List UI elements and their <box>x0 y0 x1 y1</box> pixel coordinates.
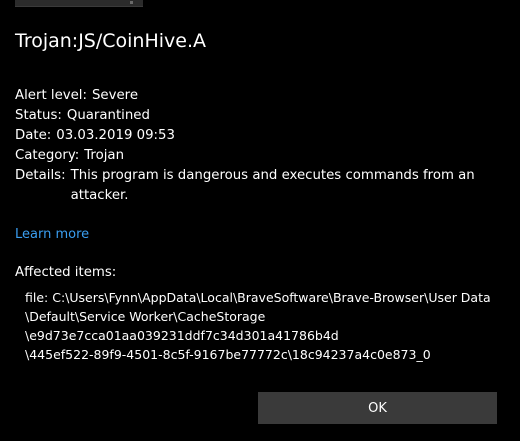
affected-item-line: \e9d73e7cca01aa039231ddf7c34d301a41786b4… <box>25 328 339 343</box>
date-label: Date: <box>15 128 52 143</box>
date-value: 03.03.2019 09:53 <box>56 128 175 143</box>
date-row: Date: 03.03.2019 09:53 <box>15 126 505 146</box>
learn-more-link[interactable]: Learn more <box>15 225 89 245</box>
alert-level-row: Alert level: Severe <box>15 86 505 106</box>
details-value: This program is dangerous and executes c… <box>70 168 475 203</box>
affected-item-line: file: C:\Users\Fynn\AppData\Local\BraveS… <box>25 290 491 305</box>
status-row: Status: Quarantined <box>15 106 505 126</box>
alert-level-label: Alert level: <box>15 88 87 103</box>
details-label: Details: <box>15 168 66 183</box>
status-label: Status: <box>15 108 62 123</box>
affected-items-list: file: C:\Users\Fynn\AppData\Local\BraveS… <box>25 288 491 364</box>
affected-item-line: \Default\Service Worker\CacheStorage <box>25 309 266 324</box>
details-row: Details: This program is dangerous and e… <box>15 166 505 206</box>
top-tab <box>15 0 143 7</box>
status-value: Quarantined <box>66 108 150 123</box>
affected-item-line: \445ef522-89f9-4501-8c5f-9167be77772c\18… <box>25 347 431 362</box>
alert-level-value: Severe <box>91 88 139 103</box>
threat-details: Alert level: Severe Status: Quarantined … <box>15 86 505 206</box>
category-label: Category: <box>15 148 80 163</box>
category-row: Category: Trojan <box>15 146 505 166</box>
ok-button[interactable]: OK <box>258 392 497 424</box>
affected-items-heading: Affected items: <box>15 265 117 280</box>
category-value: Trojan <box>84 148 125 163</box>
threat-title: Trojan:JS/CoinHive.A <box>15 30 207 52</box>
